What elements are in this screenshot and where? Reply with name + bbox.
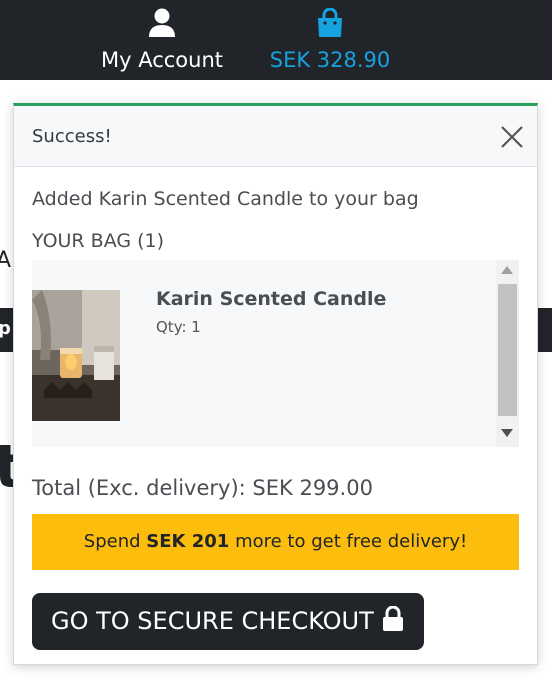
shopping-bag-link[interactable]: SEK 328.90 [266, 0, 394, 80]
secure-checkout-button[interactable]: GO TO SECURE CHECKOUT [32, 593, 424, 650]
close-button[interactable] [499, 124, 525, 150]
item-qty: Qty: 1 [156, 318, 201, 336]
user-icon [148, 8, 176, 42]
delivery-prefix: Spend [83, 531, 147, 552]
bag-scrollbar[interactable] [496, 260, 519, 447]
delivery-suffix: more to get free delivery! [229, 531, 468, 552]
bag-total-exc-delivery: Total (Exc. delivery): SEK 299.00 [32, 476, 373, 500]
scroll-up-arrow-icon[interactable] [501, 266, 513, 274]
close-icon [501, 126, 523, 148]
candle-product-image[interactable] [32, 290, 120, 421]
shopping-bag-icon [316, 7, 344, 42]
added-to-bag-toast: Success! Added Karin Scented Candle to y… [13, 103, 538, 665]
top-header: My Account SEK 328.90 [0, 0, 552, 80]
scrollbar-thumb[interactable] [498, 284, 517, 416]
my-account-link[interactable]: My Account [96, 0, 228, 80]
free-delivery-banner: Spend SEK 201 more to get free delivery! [32, 514, 519, 570]
toast-title: Success! [32, 126, 112, 147]
item-name[interactable]: Karin Scented Candle [156, 288, 386, 310]
scroll-down-arrow-icon[interactable] [501, 429, 513, 437]
bag-item[interactable]: Karin Scented Candle Qty: 1 [32, 260, 496, 447]
bag-heading: YOUR BAG (1) [32, 230, 165, 252]
toast-header: Success! [14, 106, 537, 167]
delivery-amount: SEK 201 [146, 531, 230, 552]
background-bar-text: p [0, 318, 11, 339]
checkout-label: GO TO SECURE CHECKOUT [51, 607, 374, 635]
my-account-label: My Account [100, 48, 223, 72]
toast-message: Added Karin Scented Candle to your bag [32, 188, 419, 210]
bag-total: SEK 328.90 [269, 48, 391, 72]
lock-icon [382, 596, 404, 653]
bag-items-list[interactable]: Karin Scented Candle Qty: 1 [32, 260, 519, 447]
